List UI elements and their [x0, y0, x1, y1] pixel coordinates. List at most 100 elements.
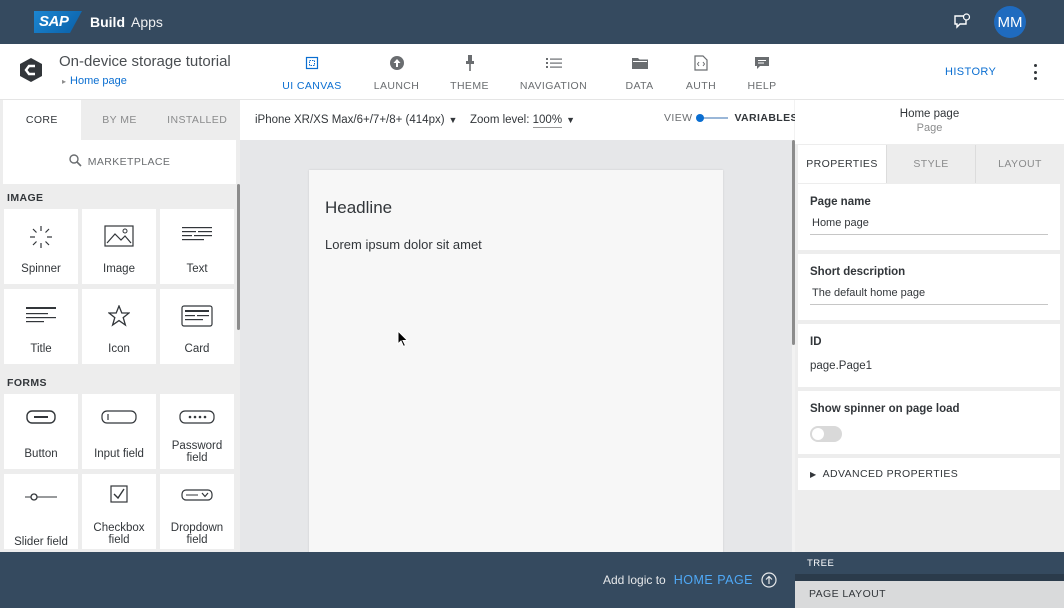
card-icon: [181, 305, 213, 343]
tab-label: LAUNCH: [373, 80, 420, 92]
page-name-input[interactable]: Home page: [810, 217, 1048, 235]
app-title: On-device storage tutorial: [59, 53, 231, 70]
component-label: Text: [186, 263, 208, 275]
component-label: Input field: [94, 448, 144, 460]
app-logo-icon: [18, 57, 44, 83]
section-forms: FORMS: [7, 377, 47, 389]
theme-icon: [465, 54, 475, 72]
component-dropdown-field[interactable]: Dropdown field: [160, 474, 234, 549]
variables-label: VARIABLES: [734, 112, 798, 124]
caret-right-icon: ▶: [810, 469, 817, 479]
feedback-icon[interactable]: [952, 12, 972, 32]
id-label: ID: [810, 336, 822, 348]
text-icon: [182, 225, 212, 263]
headline-component[interactable]: Headline: [325, 198, 392, 218]
component-title[interactable]: Title: [4, 289, 78, 364]
tab-navigation[interactable]: NAVIGATION: [498, 44, 609, 100]
device-select[interactable]: iPhone XR/XS Max/6+/7+/8+ (414px) ▼: [255, 114, 457, 126]
properties-panel: Home page Page PROPERTIES STYLE LAYOUT P…: [795, 100, 1064, 552]
selected-component-name: Home page: [899, 108, 960, 120]
spinner-toggle[interactable]: [810, 426, 842, 442]
tab-properties[interactable]: PROPERTIES: [798, 145, 886, 183]
logic-bar: Add logic to HOME PAGE: [0, 552, 795, 608]
password-field-icon: [179, 410, 215, 440]
text-component[interactable]: Lorem ipsum dolor sit amet: [325, 237, 482, 252]
breadcrumb-page[interactable]: Home page: [62, 75, 127, 87]
image-icon: [104, 225, 134, 263]
tree-item-page-layout[interactable]: PAGE LAYOUT: [795, 581, 1064, 608]
advanced-properties-toggle[interactable]: ▶ ADVANCED PROPERTIES: [798, 458, 1060, 490]
sap-logo: SAP: [34, 11, 82, 33]
tab-style[interactable]: STYLE: [886, 145, 975, 183]
user-avatar[interactable]: MM: [994, 6, 1026, 38]
component-checkbox-field[interactable]: Checkbox field: [82, 474, 156, 549]
more-options-icon[interactable]: [1030, 62, 1040, 82]
id-value: page.Page1: [810, 360, 873, 372]
component-icon[interactable]: Icon: [82, 289, 156, 364]
tab-layout[interactable]: LAYOUT: [975, 145, 1064, 183]
view-label: VIEW: [664, 112, 693, 124]
caret-down-icon: ▼: [448, 115, 458, 125]
brand-name: Build: [90, 14, 125, 30]
component-slider-field[interactable]: Slider field: [4, 474, 78, 549]
component-password-field[interactable]: Password field: [160, 394, 234, 469]
tab-label: THEME: [450, 80, 489, 92]
section-image: IMAGE: [7, 192, 44, 204]
view-variables-toggle[interactable]: VIEW VARIABLES: [664, 112, 798, 124]
properties-tabs: PROPERTIES STYLE LAYOUT: [798, 145, 1064, 183]
tab-ui-canvas[interactable]: UI CANVAS: [272, 44, 352, 100]
star-icon: [108, 305, 130, 343]
id-card: ID page.Page1: [798, 324, 1060, 387]
button-icon: [26, 410, 56, 448]
tab-label: DATA: [625, 80, 654, 92]
selected-component-header: Home page Page: [795, 100, 1064, 144]
image-components-grid: Spinner Image Text Title Icon Card: [4, 209, 234, 364]
shell-bar: SAP Build Apps MM: [0, 0, 1064, 44]
tab-by-me[interactable]: BY ME: [80, 100, 159, 140]
product-name: Apps: [131, 14, 163, 30]
component-label: Image: [103, 263, 135, 275]
device-preview[interactable]: Headline Lorem ipsum dolor sit amet: [309, 170, 723, 552]
component-library-panel: CORE BY ME INSTALLED MARKETPLACE IMAGE S…: [0, 100, 240, 552]
title-icon: [26, 305, 56, 343]
tab-auth[interactable]: AUTH: [670, 44, 732, 100]
input-field-icon: [101, 410, 137, 448]
zoom-select[interactable]: Zoom level: 100% ▼: [470, 114, 575, 128]
canvas-icon: [305, 54, 319, 72]
component-button[interactable]: Button: [4, 394, 78, 469]
component-input-field[interactable]: Input field: [82, 394, 156, 469]
tab-label: NAVIGATION: [519, 80, 588, 92]
help-icon: [754, 54, 770, 72]
tree-header[interactable]: TREE: [795, 552, 1064, 574]
component-spinner[interactable]: Spinner: [4, 209, 78, 284]
zoom-value: 100%: [532, 114, 563, 128]
short-description-input[interactable]: The default home page: [810, 287, 1048, 305]
tab-core[interactable]: CORE: [3, 100, 81, 140]
component-image[interactable]: Image: [82, 209, 156, 284]
page-name-card: Page name Home page: [798, 184, 1060, 250]
component-label: Slider field: [14, 536, 68, 548]
marketplace-button[interactable]: MARKETPLACE: [3, 140, 236, 184]
mouse-cursor-icon: [397, 329, 409, 348]
navigation-icon: [545, 54, 562, 72]
component-label: Icon: [108, 343, 130, 355]
page-name-label: Page name: [810, 196, 871, 208]
component-label: Title: [30, 343, 52, 355]
tab-theme[interactable]: THEME: [441, 44, 498, 100]
mode-switch[interactable]: [696, 114, 729, 122]
device-value: iPhone XR/XS Max/6+/7+/8+ (414px): [255, 114, 445, 126]
tab-label: HELP: [747, 80, 777, 92]
dropdown-field-icon: [181, 489, 213, 522]
search-icon: [69, 154, 82, 170]
history-button[interactable]: HISTORY: [945, 66, 996, 78]
tab-launch[interactable]: LAUNCH: [352, 44, 441, 100]
component-text[interactable]: Text: [160, 209, 234, 284]
selected-component-type: Page: [916, 122, 943, 134]
tab-installed[interactable]: INSTALLED: [158, 100, 237, 140]
component-label: Checkbox field: [93, 522, 145, 546]
tab-data[interactable]: DATA: [609, 44, 670, 100]
tab-help[interactable]: HELP: [732, 44, 792, 100]
component-card[interactable]: Card: [160, 289, 234, 364]
folder-icon: [631, 54, 648, 72]
add-logic-button[interactable]: Add logic to HOME PAGE: [603, 572, 777, 588]
